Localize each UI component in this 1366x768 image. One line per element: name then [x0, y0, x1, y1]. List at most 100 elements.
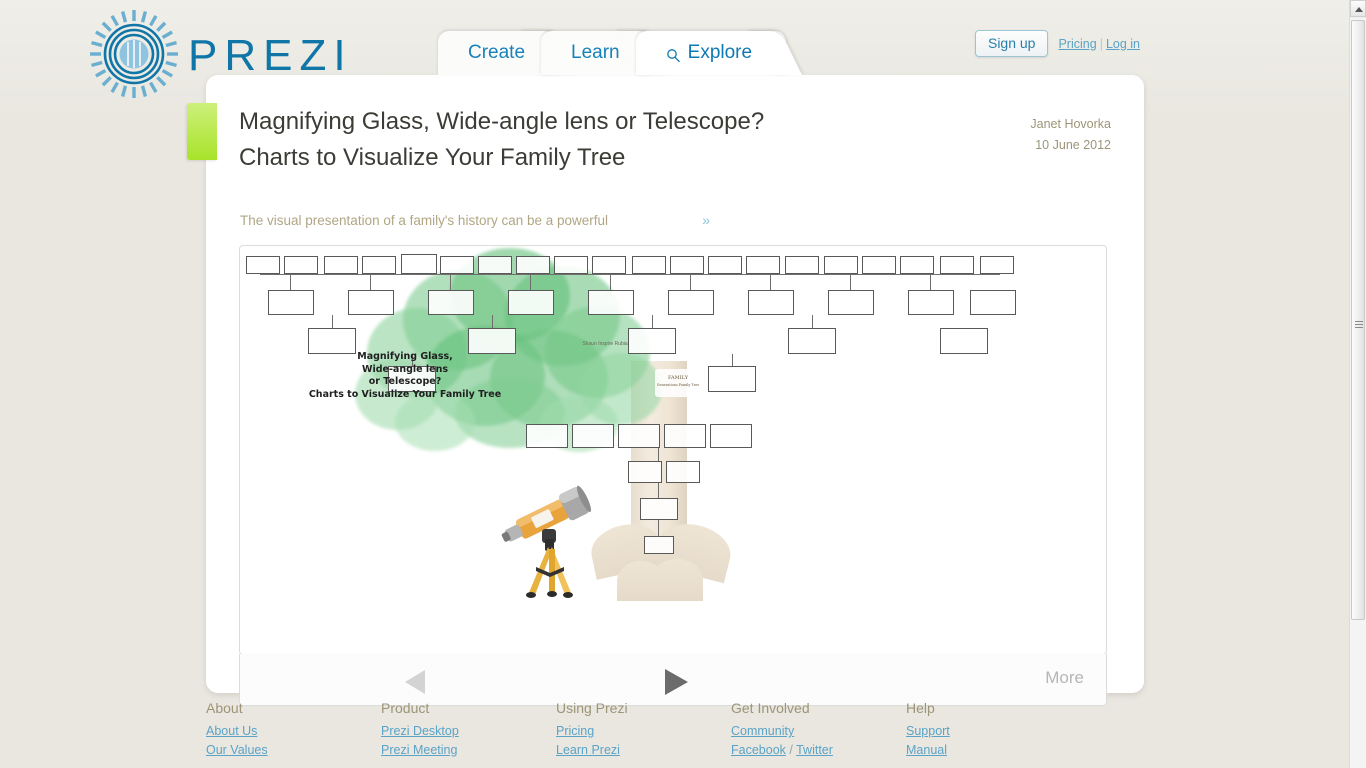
footer-heading: Product	[381, 700, 430, 716]
chart-node	[670, 256, 704, 274]
chart-node	[788, 328, 836, 354]
footer-heading: About	[206, 700, 243, 716]
chart-node	[592, 256, 626, 274]
main-nav-tabs: Create Learn Explore	[438, 27, 787, 75]
category-accent-tab	[187, 103, 217, 160]
footer-link-prezi-meeting[interactable]: Prezi Meeting	[381, 741, 556, 760]
chart-node	[940, 328, 988, 354]
chart-node	[588, 290, 634, 315]
canvas-title-line-4: Charts to Visualize Your Family Tree	[308, 388, 502, 400]
footer-column-product: Product Prezi Desktop Prezi Meeting	[381, 700, 556, 759]
triangle-left-icon[interactable]	[405, 670, 425, 694]
chart-node	[618, 424, 660, 448]
chart-node	[710, 424, 752, 448]
triangle-right-icon[interactable]	[665, 669, 688, 695]
tab-create-label: Create	[468, 42, 526, 63]
footer-social-links: Facebook / Twitter	[731, 741, 906, 760]
post-subtitle-row: The visual presentation of a family's hi…	[240, 212, 710, 228]
chart-node	[640, 498, 678, 520]
family-logo-watermark-icon: FAMILY Generations Family Tree	[655, 369, 701, 397]
post-meta: Janet Hovorka 10 June 2012	[1030, 114, 1111, 156]
scrollbar-track[interactable]	[1350, 18, 1366, 768]
chart-node	[900, 256, 934, 274]
chart-node	[246, 256, 280, 274]
post-subtitle: The visual presentation of a family's hi…	[240, 213, 609, 228]
log-in-link[interactable]: Log in	[1106, 37, 1140, 51]
chart-node	[908, 290, 954, 315]
chart-node	[401, 254, 437, 274]
canvas-center-caption: Shaun Inspire Rubia	[582, 341, 628, 347]
chart-node	[862, 256, 896, 274]
chart-node	[666, 461, 700, 483]
post-author[interactable]: Janet Hovorka	[1030, 114, 1111, 135]
chart-node	[980, 256, 1014, 274]
expand-description-chevron[interactable]: »	[702, 212, 710, 228]
tab-explore-label: Explore	[687, 42, 753, 63]
chart-node	[428, 290, 474, 315]
chart-node	[440, 256, 474, 274]
auth-links: Pricing | Log in	[1058, 37, 1140, 51]
auth-separator: |	[1099, 36, 1103, 51]
chart-node	[526, 424, 568, 448]
footer-column-help: Help Support Manual	[906, 700, 1081, 759]
footer-link-community[interactable]: Community	[731, 722, 906, 741]
tab-learn-label: Learn	[571, 42, 620, 63]
page-scrollbar[interactable]	[1349, 0, 1366, 768]
footer-link-manual[interactable]: Manual	[906, 741, 1081, 760]
prezi-canvas-stage: Magnifying Glass, Wide-angle lens or Tel…	[240, 246, 1106, 654]
footer-link-facebook[interactable]: Facebook	[731, 743, 786, 757]
footer-column-about: About About Us Our Values	[206, 700, 381, 759]
watermark-subtext: Generations Family Tree	[656, 383, 700, 387]
canvas-title-line-3: or Telescope?	[368, 376, 442, 387]
footer-link-our-values[interactable]: Our Values	[206, 741, 381, 760]
chart-node	[516, 256, 550, 274]
chart-node	[708, 366, 756, 392]
canvas-title-line-2: Wide-angle lens	[361, 363, 449, 375]
chart-node	[824, 256, 858, 274]
footer-link-support[interactable]: Support	[906, 722, 1081, 741]
more-button[interactable]: More	[1045, 668, 1084, 688]
chart-node	[970, 290, 1016, 315]
chart-node	[508, 290, 554, 315]
chart-node	[940, 256, 974, 274]
site-header: Prezi Create Learn Explore Sign up	[0, 0, 1349, 98]
pricing-link[interactable]: Pricing	[1058, 37, 1096, 51]
footer-heading: Using Prezi	[556, 700, 628, 716]
telescope-illustration-icon	[498, 461, 603, 601]
chart-node	[628, 461, 662, 483]
chart-node	[348, 290, 394, 315]
sign-up-button[interactable]: Sign up	[974, 30, 1049, 57]
canvas-title-line-1: Magnifying Glass,	[357, 351, 453, 362]
prezi-sunburst-logo-icon	[88, 8, 180, 100]
site-footer: About About Us Our Values Product Prezi …	[206, 700, 1146, 759]
prezi-wordmark: Prezi	[188, 31, 353, 80]
chart-node	[708, 256, 742, 274]
chart-node	[478, 256, 512, 274]
page-viewport: Prezi Create Learn Explore Sign up	[0, 0, 1349, 768]
scrollbar-grip-icon	[1355, 321, 1363, 328]
chart-node	[554, 256, 588, 274]
chart-node	[828, 290, 874, 315]
watermark-text: FAMILY	[667, 375, 689, 381]
footer-link-prezi-desktop[interactable]: Prezi Desktop	[381, 722, 556, 741]
chart-node	[284, 256, 318, 274]
footer-link-learn-prezi[interactable]: Learn Prezi	[556, 741, 731, 760]
footer-heading: Help	[906, 700, 935, 716]
chart-node	[572, 424, 614, 448]
footer-link-twitter[interactable]: Twitter	[796, 743, 833, 757]
footer-link-pricing[interactable]: Pricing	[556, 722, 731, 741]
scrollbar-thumb[interactable]	[1351, 20, 1365, 620]
chart-node	[632, 256, 666, 274]
page-title: Magnifying Glass, Wide-angle lens or Tel…	[239, 108, 765, 171]
scroll-up-arrow-icon[interactable]	[1350, 0, 1366, 17]
tab-explore[interactable]: Explore	[635, 31, 787, 75]
chart-node	[746, 256, 780, 274]
footer-column-using-prezi: Using Prezi Pricing Learn Prezi	[556, 700, 731, 759]
chart-node	[324, 256, 358, 274]
chart-node	[785, 256, 819, 274]
footer-link-about-us[interactable]: About Us	[206, 722, 381, 741]
canvas-title: Magnifying Glass, Wide-angle lens or Tel…	[280, 351, 530, 401]
footer-social-separator: /	[785, 742, 797, 757]
chart-node	[644, 536, 674, 554]
prezi-canvas[interactable]: Magnifying Glass, Wide-angle lens or Tel…	[239, 245, 1107, 655]
